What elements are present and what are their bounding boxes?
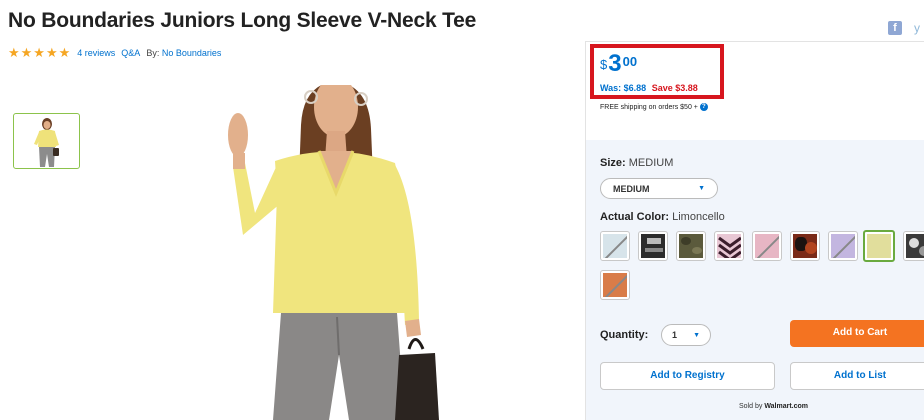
quantity-value: 1 [672,330,678,340]
add-to-cart-button[interactable]: Add to Cart [790,320,924,347]
quantity-select[interactable]: 1 ▼ [661,324,711,346]
color-swatch-10[interactable] [600,270,630,300]
quantity-label: Quantity: [600,329,649,341]
by-text: By: [146,48,160,58]
size-label-row: Size: MEDIUM [600,157,673,169]
was-price: Was: $6.88 [600,83,647,93]
divider-top [585,41,924,42]
sold-by-link[interactable]: Walmart.com [764,403,808,410]
save-amount: Save $3.88 [651,83,698,93]
was-save-row: Was: $6.88 Save $3.88 [600,83,698,93]
color-swatch-9[interactable] [903,231,924,261]
color-label-row: Actual Color: Limoncello [600,211,725,223]
current-price: $ 3 00 [600,50,637,78]
color-swatch-1[interactable] [600,231,630,261]
shipping-text: FREE shipping on orders $50 + [600,103,698,111]
shipping-info: FREE shipping on orders $50 + ? [600,103,708,111]
sold-by: Sold by Walmart.com [739,403,808,410]
color-swatch-6[interactable] [790,231,820,261]
size-select-value: MEDIUM [613,183,650,194]
brand-link[interactable]: No Boundaries [162,48,222,58]
color-value: Limoncello [672,211,725,223]
facebook-icon[interactable]: f [888,21,902,35]
size-value: MEDIUM [628,157,674,169]
chevron-down-icon: ▼ [693,331,700,339]
color-swatch-8-selected[interactable] [863,230,895,262]
product-title: No Boundaries Juniors Long Sleeve V-Neck… [8,9,477,32]
price-currency: $ [600,57,608,72]
color-swatch-7[interactable] [828,231,858,261]
size-label: Size: [600,157,626,169]
color-swatch-4[interactable] [714,231,744,261]
color-swatch-2[interactable] [638,231,668,261]
chevron-down-icon: ▼ [698,185,705,192]
sold-by-prefix: Sold by [739,403,763,410]
price-dollars: 3 [608,50,622,77]
reviews-link[interactable]: 4 reviews [77,48,115,58]
rating-stars-icon[interactable]: ★★★★★ [8,45,71,61]
by-label: By: No Boundaries [146,48,221,58]
add-to-list-button[interactable]: Add to List [790,362,924,390]
color-swatch-3[interactable] [676,231,706,261]
color-swatch-5[interactable] [752,231,782,261]
product-thumbnail[interactable] [13,113,80,169]
price-cents: 00 [622,54,638,69]
rating-row: ★★★★★ 4 reviews Q&A By: No Boundaries [8,45,221,61]
help-icon[interactable]: ? [699,103,708,111]
social-share: f y [888,21,924,35]
size-select[interactable]: MEDIUM ▼ [600,178,718,199]
twitter-icon[interactable]: y [910,21,924,35]
product-image[interactable] [223,77,443,420]
add-to-registry-button[interactable]: Add to Registry [600,362,775,390]
color-label: Actual Color: [600,211,670,223]
qa-link[interactable]: Q&A [121,48,140,58]
